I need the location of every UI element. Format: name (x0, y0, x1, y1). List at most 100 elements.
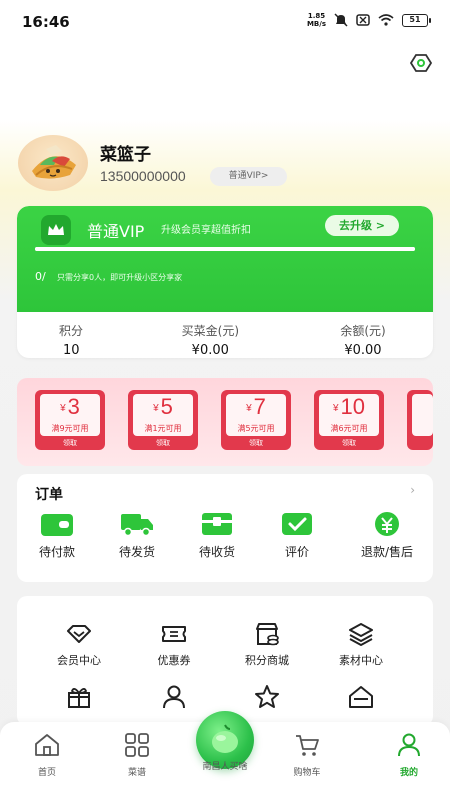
tab-label: 我的 (399, 768, 418, 778)
order-pending-payment[interactable]: 待付款 (17, 510, 97, 562)
diamond-icon (67, 625, 91, 643)
sim-icon (356, 14, 370, 26)
coupon-card[interactable]: ¥10 满6元可用 领取 (314, 390, 384, 450)
vip-card: 普通VIP 升级会员享超值折扣 去升级 > 0/ 只需分享0人，即可升级小区分享… (17, 206, 433, 358)
wifi-icon (378, 14, 394, 26)
stat-balance[interactable]: 余额(元) ¥0.00 (294, 312, 433, 358)
vip-description: 升级会员享超值折扣 (161, 225, 251, 236)
status-bar: 16:46 1.85 MB/s 51 (0, 0, 450, 40)
coupon-currency: ¥ (60, 403, 66, 414)
coupon-claim-button[interactable]: 领取 (221, 438, 291, 448)
coupon-amount: 7 (253, 394, 266, 419)
service-gift[interactable] (39, 684, 119, 726)
order-to-receive[interactable]: 待收货 (177, 510, 257, 562)
home-icon (349, 686, 373, 708)
tab-home[interactable]: 首页 (12, 732, 82, 787)
home-icon (35, 734, 59, 756)
ticket-icon (162, 626, 186, 642)
stat-grocery-credit[interactable]: 买菜金(元) ¥0.00 (156, 312, 295, 358)
coupon-claim-button[interactable]: 领取 (35, 438, 105, 448)
username: 菜篮子 (100, 145, 151, 165)
order-label: 待付款 (38, 545, 75, 559)
coupon-currency: ¥ (153, 403, 159, 414)
coupon-amount: 10 (340, 394, 366, 419)
coupon-condition: 满9元可用 (51, 424, 89, 433)
wallet-icon (41, 514, 73, 536)
settings-icon[interactable] (410, 52, 432, 74)
vip-banner: 普通VIP 升级会员享超值折扣 去升级 > 0/ 只需分享0人，即可升级小区分享… (17, 206, 433, 312)
points-mall-icon (256, 623, 279, 646)
tab-label: 菜谱 (127, 768, 146, 778)
order-label: 评价 (284, 545, 309, 559)
package-icon (202, 513, 232, 535)
order-more-chevron-icon[interactable]: › (410, 483, 415, 497)
order-section: 订单 › 待付款 待发货 待收货 评价 退款/售后 (17, 474, 433, 582)
order-label: 待收货 (198, 545, 235, 559)
phone-number: 13500000000 (100, 168, 186, 184)
cart-icon (296, 735, 319, 756)
service-label: 优惠券 (157, 654, 191, 667)
taco-avatar-image (32, 145, 76, 179)
coupon-amount: 5 (160, 394, 173, 419)
coupon-condition: 满6元可用 (330, 424, 368, 433)
stat-value: ¥0.00 (191, 343, 229, 358)
coupon-amount: 3 (67, 394, 80, 419)
vip-progress-fill (35, 247, 415, 251)
service-label: 会员中心 (57, 654, 101, 667)
star-icon (255, 685, 279, 708)
tab-recipes[interactable]: 菜谱 (102, 732, 172, 787)
battery-icon: 51 (402, 13, 431, 27)
coupon-card-partial[interactable] (407, 390, 433, 450)
stat-label: 余额(元) (340, 324, 386, 338)
order-review[interactable]: 评价 (257, 510, 337, 562)
share-hint: 只需分享0人，即可升级小区分享家 (57, 273, 183, 282)
review-icon (282, 513, 312, 535)
tab-label-center: 南昌人买啥 (202, 762, 248, 772)
service-points-mall[interactable]: 积分商城 (227, 621, 307, 681)
layers-icon (349, 623, 373, 646)
coupon-card[interactable]: ¥3 满9元可用 领取 (35, 390, 105, 450)
tab-label: 首页 (37, 768, 56, 778)
stat-value: 10 (63, 343, 80, 358)
coupon-card[interactable]: ¥7 满5元可用 领取 (221, 390, 291, 450)
service-address[interactable] (321, 684, 401, 726)
service-material-center[interactable]: 素材中心 (321, 621, 401, 681)
order-to-ship[interactable]: 待发货 (97, 510, 177, 562)
network-speed: 1.85 MB/s (306, 12, 326, 28)
order-title: 订单 (35, 487, 63, 503)
vip-title: 普通VIP (87, 222, 145, 241)
status-icons: 1.85 MB/s 51 (306, 12, 431, 28)
vip-level-tag[interactable]: 普通VIP> (210, 167, 287, 186)
order-label: 退款/售后 (360, 545, 414, 559)
crown-icon (41, 215, 71, 245)
coupon-currency: ¥ (332, 403, 339, 414)
coupon-condition: 满1元可用 (144, 424, 182, 433)
stat-points[interactable]: 积分 10 (17, 312, 156, 358)
order-label: 待发货 (118, 545, 155, 559)
stat-label: 买菜金(元) (181, 324, 240, 338)
coupon-claim-button[interactable]: 领取 (128, 438, 198, 448)
service-label: 积分商城 (245, 654, 289, 667)
grid-icon (125, 733, 149, 757)
share-count: 0/ (35, 270, 46, 283)
service-label: 素材中心 (339, 654, 383, 667)
order-refund[interactable]: 退款/售后 (347, 510, 427, 562)
coupon-strip: ¥3 满9元可用 领取 ¥5 满1元可用 领取 ¥7 满5元可用 领取 ¥10 … (17, 378, 433, 466)
service-coupons[interactable]: 优惠券 (134, 621, 214, 681)
tab-cart[interactable]: 购物车 (272, 732, 342, 787)
refund-icon (375, 512, 399, 536)
account-stats: 积分 10 买菜金(元) ¥0.00 余额(元) ¥0.00 (17, 312, 433, 358)
service-member-center[interactable]: 会员中心 (39, 621, 119, 681)
stat-value: ¥0.00 (344, 343, 382, 358)
truck-icon (121, 514, 153, 537)
profile-header[interactable]: 菜篮子 13500000000 普通VIP> (18, 135, 438, 195)
tab-profile[interactable]: 我的 (374, 732, 444, 787)
coupon-currency: ¥ (246, 403, 252, 414)
gift-icon (68, 688, 90, 708)
coupon-card[interactable]: ¥5 满1元可用 领取 (128, 390, 198, 450)
status-time: 16:46 (22, 13, 70, 31)
vip-progress-bar (35, 247, 415, 251)
coupon-claim-button[interactable]: 领取 (314, 438, 384, 448)
avatar[interactable] (18, 135, 88, 191)
upgrade-button[interactable]: 去升级 > (325, 215, 399, 236)
